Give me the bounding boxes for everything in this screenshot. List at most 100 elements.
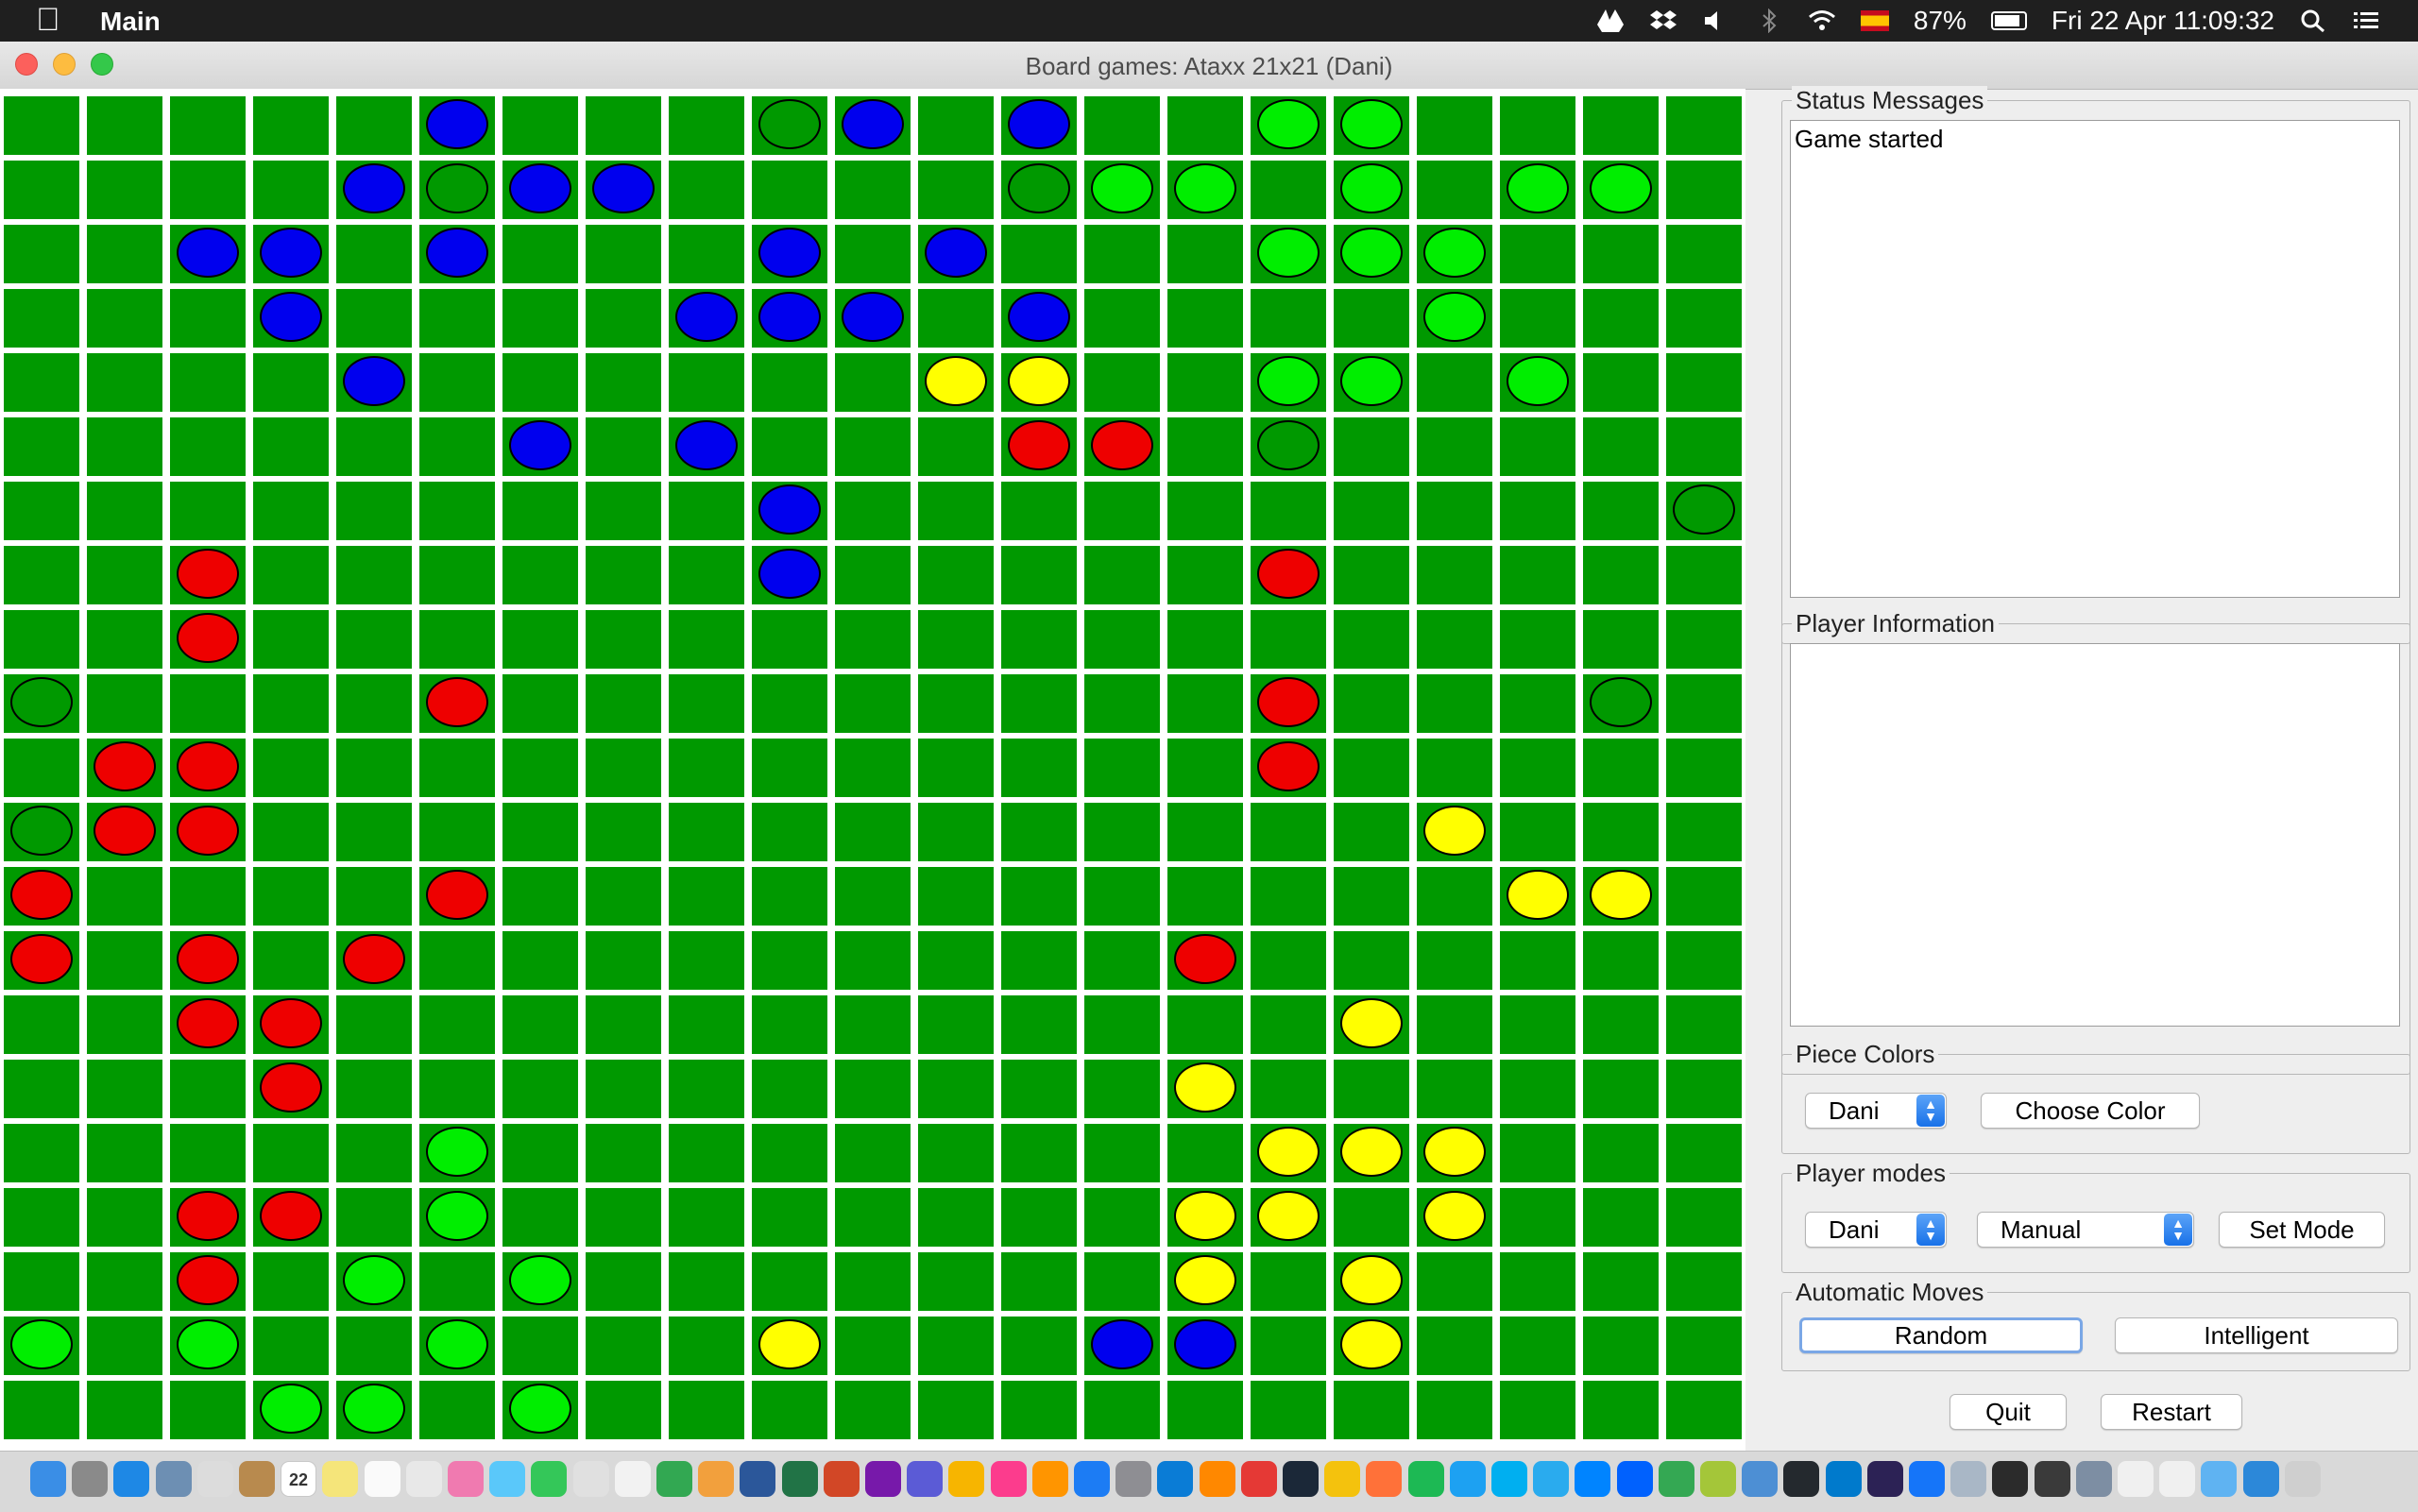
board-cell[interactable] (419, 353, 495, 412)
board-cell[interactable] (1583, 417, 1659, 476)
blue-piece[interactable] (925, 228, 987, 278)
board-cell[interactable] (835, 674, 911, 733)
scanner-icon[interactable] (2076, 1461, 2112, 1497)
search-icon[interactable] (2299, 8, 2327, 33)
red-piece[interactable] (94, 741, 156, 791)
board-cell[interactable] (1417, 289, 1492, 348)
red-piece[interactable] (260, 1062, 322, 1113)
board-cell[interactable] (669, 417, 744, 476)
board-cell[interactable] (1666, 674, 1742, 733)
board-cell[interactable] (170, 739, 246, 797)
board-cell[interactable] (253, 225, 329, 283)
board-cell[interactable] (918, 803, 994, 861)
board-cell[interactable] (1583, 96, 1659, 155)
imovie-icon[interactable] (907, 1461, 943, 1497)
board-cell[interactable] (1500, 96, 1575, 155)
board-cell[interactable] (87, 867, 162, 926)
piece-colors-player-select[interactable]: Dani ▲ ▼ (1805, 1093, 1947, 1129)
board-cell[interactable] (752, 610, 827, 669)
yellow-piece[interactable] (1507, 870, 1569, 920)
board-cell[interactable] (4, 1381, 79, 1439)
lightgreen-piece[interactable] (10, 1319, 73, 1369)
board-cell[interactable] (1334, 1188, 1409, 1247)
yellow-piece[interactable] (1174, 1255, 1236, 1305)
board-cell[interactable] (1001, 739, 1077, 797)
board-cell[interactable] (1334, 353, 1409, 412)
board-cell[interactable] (1417, 353, 1492, 412)
board-cell[interactable] (502, 1381, 578, 1439)
board-cell[interactable] (4, 931, 79, 990)
lightgreen-piece[interactable] (426, 1127, 488, 1177)
flag-es-icon[interactable] (1860, 10, 1889, 31)
board-cell[interactable] (918, 1381, 994, 1439)
board-cell[interactable] (1583, 161, 1659, 219)
blue-piece[interactable] (675, 420, 738, 470)
board-cell[interactable] (752, 225, 827, 283)
powerpoint-icon[interactable] (824, 1461, 860, 1497)
reminders-icon[interactable] (365, 1461, 400, 1497)
list-icon[interactable] (2352, 8, 2380, 33)
board-cell[interactable] (1084, 739, 1160, 797)
lightgreen-piece[interactable] (1174, 163, 1236, 213)
board-cell[interactable] (1251, 867, 1326, 926)
red-piece[interactable] (1091, 420, 1153, 470)
board-cell[interactable] (170, 1060, 246, 1118)
board-cell[interactable] (1500, 803, 1575, 861)
board-cell[interactable] (1167, 1252, 1243, 1311)
board-cell[interactable] (87, 482, 162, 540)
yellow-piece[interactable] (1257, 1127, 1320, 1177)
board-cell[interactable] (752, 161, 827, 219)
board-cell[interactable] (1334, 1124, 1409, 1182)
red-piece[interactable] (177, 998, 239, 1048)
board-cell[interactable] (336, 96, 412, 155)
xcode-icon[interactable] (1909, 1461, 1945, 1497)
blue-piece[interactable] (509, 420, 571, 470)
board-cell[interactable] (419, 482, 495, 540)
board-cell[interactable] (87, 546, 162, 604)
board-cell[interactable] (170, 482, 246, 540)
board-cell[interactable] (87, 610, 162, 669)
board-cell[interactable] (253, 803, 329, 861)
board-cell[interactable] (1500, 1252, 1575, 1311)
board-cell[interactable] (1500, 610, 1575, 669)
board-cell[interactable] (336, 1381, 412, 1439)
board-cell[interactable] (586, 225, 661, 283)
blue-piece[interactable] (758, 549, 821, 599)
darkgreen-piece[interactable] (1590, 677, 1652, 727)
player-information-area[interactable] (1790, 643, 2400, 1027)
board-cell[interactable] (835, 1381, 911, 1439)
board-cell[interactable] (253, 931, 329, 990)
board-cell[interactable] (918, 995, 994, 1054)
board-cell[interactable] (87, 161, 162, 219)
board-cell[interactable] (1666, 610, 1742, 669)
blue-piece[interactable] (426, 99, 488, 149)
volume-icon[interactable] (1702, 8, 1730, 33)
yellow-piece[interactable] (1423, 806, 1486, 856)
yellow-piece[interactable] (925, 356, 987, 406)
skype-icon[interactable] (1491, 1461, 1527, 1497)
board-cell[interactable] (419, 289, 495, 348)
board-cell[interactable] (336, 1124, 412, 1182)
board-cell[interactable] (1001, 1124, 1077, 1182)
board-cell[interactable] (1583, 995, 1659, 1054)
board-cell[interactable] (1583, 1252, 1659, 1311)
sketch-icon[interactable] (948, 1461, 984, 1497)
board-cell[interactable] (835, 289, 911, 348)
board-cell[interactable] (170, 225, 246, 283)
board-cell[interactable] (669, 1381, 744, 1439)
messenger-icon[interactable] (1575, 1461, 1610, 1497)
board-cell[interactable] (502, 931, 578, 990)
board-cell[interactable] (1417, 482, 1492, 540)
board-cell[interactable] (669, 1317, 744, 1375)
darkgreen-piece[interactable] (426, 163, 488, 213)
board-cell[interactable] (835, 995, 911, 1054)
board-cell[interactable] (586, 931, 661, 990)
wifi-icon[interactable] (1808, 8, 1836, 33)
board-cell[interactable] (835, 610, 911, 669)
board-cell[interactable] (918, 417, 994, 476)
board-cell[interactable] (1417, 995, 1492, 1054)
board-cell[interactable] (918, 739, 994, 797)
board-cell[interactable] (586, 867, 661, 926)
board-cell[interactable] (1583, 1317, 1659, 1375)
terminal-icon[interactable] (1992, 1461, 2028, 1497)
